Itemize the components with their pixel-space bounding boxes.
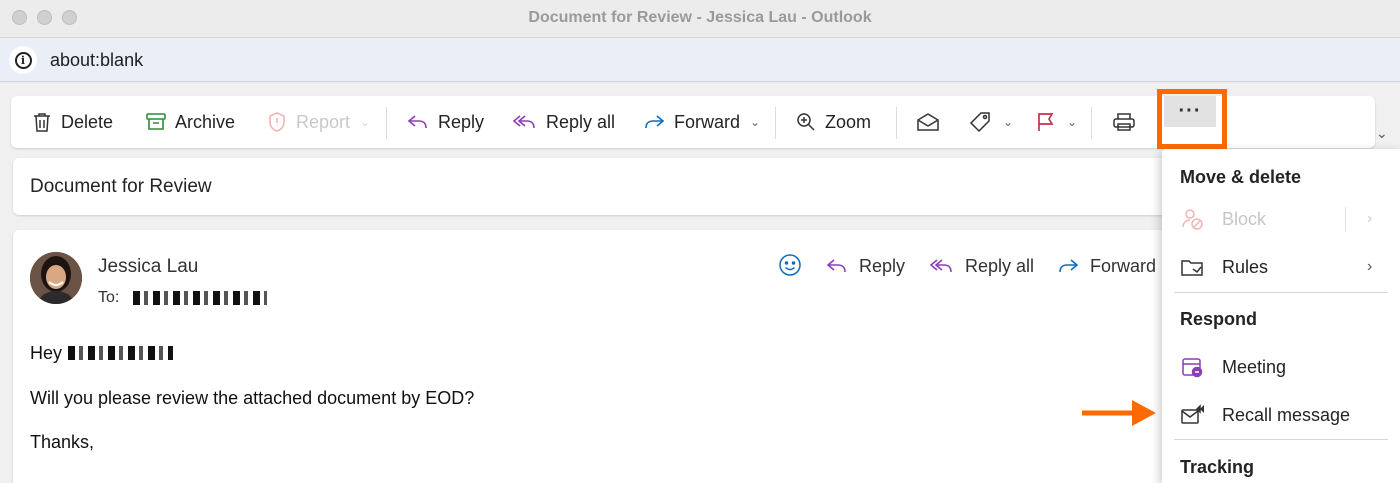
menu-divider: [1174, 439, 1388, 440]
menu-section-respond: Respond: [1180, 309, 1258, 329]
menu-section-move-delete: Move & delete: [1180, 167, 1302, 187]
print-button[interactable]: [1112, 96, 1136, 148]
message-subject: Document for Review: [30, 176, 212, 197]
toolbar-divider: [896, 107, 897, 139]
menu-item-rules[interactable]: Rules ›: [1162, 247, 1400, 287]
tag-icon: [969, 112, 990, 133]
more-actions-menu: Move & delete Block › Rules › Respond Me…: [1162, 149, 1400, 483]
reply-all-button[interactable]: Reply all: [512, 96, 615, 148]
archive-label: Archive: [175, 111, 236, 132]
chevron-right-icon[interactable]: ›: [1367, 210, 1372, 228]
reply-all-icon: [929, 259, 952, 273]
trash-icon: [34, 113, 50, 132]
block-user-icon: [1182, 209, 1203, 230]
message-reply-all-button[interactable]: Reply all: [929, 252, 1034, 280]
to-label: To:: [98, 289, 120, 306]
info-icon[interactable]: i: [9, 46, 37, 74]
delete-label: Delete: [61, 111, 114, 132]
message-reply-label: Reply: [859, 255, 906, 276]
menu-section-tracking: Tracking: [1180, 457, 1255, 477]
chevron-down-icon[interactable]: ⌄: [1067, 115, 1077, 129]
window-title: Document for Review - Jessica Lau - Outl…: [528, 9, 872, 26]
envelope-open-icon: [917, 113, 939, 131]
menu-item-meeting[interactable]: Meeting: [1162, 347, 1400, 387]
shield-icon: [269, 112, 285, 132]
reply-icon: [826, 259, 846, 273]
avatar[interactable]: [30, 252, 82, 304]
body-greeting: Hey: [30, 343, 62, 364]
reply-all-icon: [512, 115, 535, 129]
address-bar: i about:blank: [0, 38, 1400, 82]
greeting-text: Hey: [30, 343, 63, 363]
menu-item-label: Recall message: [1222, 404, 1351, 425]
menu-divider: [1345, 207, 1346, 231]
menu-item-recall-message[interactable]: Recall message: [1162, 395, 1400, 435]
reply-button[interactable]: Reply: [406, 96, 484, 148]
meeting-icon: [1182, 358, 1203, 378]
zoom-icon: [797, 113, 815, 131]
highlight-box: [1157, 89, 1227, 149]
flag-button[interactable]: ⌄: [1035, 96, 1077, 148]
message-forward-label: Forward: [1090, 255, 1157, 276]
window-titlebar: Document for Review - Jessica Lau - Outl…: [0, 0, 1400, 38]
message-reply-all-label: Reply all: [965, 255, 1035, 276]
categorize-button[interactable]: ⌄: [969, 96, 1013, 148]
body-closing: Thanks,: [30, 432, 95, 452]
toolbar-divider: [386, 107, 387, 139]
zoom-button[interactable]: Zoom: [795, 96, 871, 148]
annotation-arrow-icon: [1082, 400, 1156, 426]
forward-icon: [1059, 259, 1079, 273]
sender-name[interactable]: Jessica Lau: [98, 256, 198, 278]
address-url[interactable]: about:blank: [50, 50, 143, 71]
printer-icon: [1113, 113, 1135, 131]
redacted-recipients: [133, 291, 267, 305]
zoom-label: Zoom: [825, 111, 872, 132]
chevron-right-icon: ›: [1367, 258, 1373, 275]
recall-message-icon: [1181, 404, 1204, 424]
toolbar-divider: [775, 107, 776, 139]
chevron-down-icon: ⌄: [360, 115, 371, 129]
chevron-down-icon[interactable]: ⌄: [1003, 115, 1013, 129]
menu-item-label: Meeting: [1222, 356, 1287, 377]
flag-icon: [1038, 113, 1054, 131]
reply-icon: [407, 115, 427, 129]
body-line: Will you please review the attached docu…: [30, 388, 475, 408]
message-forward-button[interactable]: Forward: [1056, 252, 1156, 280]
report-label: Report: [296, 111, 351, 132]
menu-divider: [1174, 292, 1388, 293]
rules-icon: [1181, 260, 1203, 276]
menu-item-label: Block: [1222, 208, 1267, 229]
forward-label: Forward: [674, 111, 741, 132]
menu-item-block[interactable]: Block ›: [1162, 199, 1400, 239]
delete-button[interactable]: Delete: [31, 96, 113, 148]
archive-button[interactable]: Archive: [145, 96, 235, 148]
reply-label: Reply: [438, 111, 485, 132]
redacted-name: [68, 346, 173, 360]
forward-icon: [645, 115, 665, 129]
smiley-icon[interactable]: [778, 253, 802, 277]
chevron-down-icon[interactable]: ⌄: [750, 115, 760, 129]
toolbar-divider: [1091, 107, 1092, 139]
chevron-down-icon[interactable]: ⌄: [1376, 125, 1388, 142]
menu-item-label: Rules: [1222, 256, 1269, 277]
report-button[interactable]: Report ⌄: [266, 96, 370, 148]
reply-all-label: Reply all: [546, 111, 616, 132]
mark-read-button[interactable]: [916, 96, 940, 148]
forward-button[interactable]: Forward ⌄: [642, 96, 760, 148]
message-reply-button[interactable]: Reply: [825, 252, 905, 280]
archive-icon: [146, 113, 166, 130]
